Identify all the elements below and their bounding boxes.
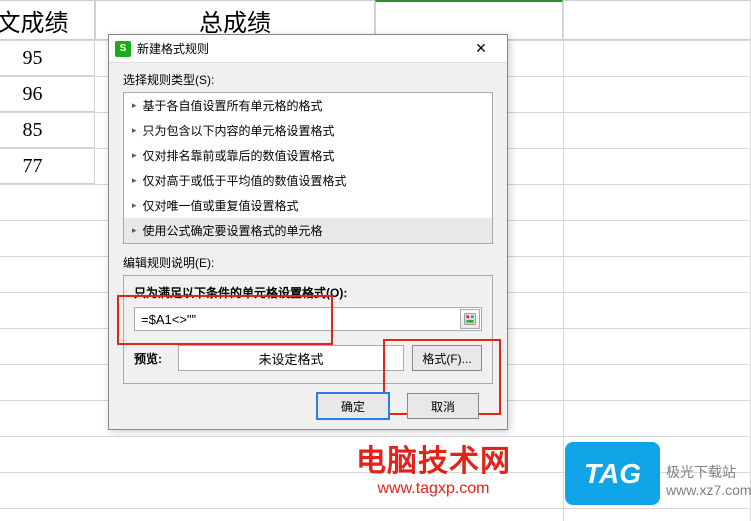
formula-input[interactable] [134,307,482,331]
rule-type-label: 基于各自值设置所有单元格的格式 [143,97,323,114]
new-format-rule-dialog: S 新建格式规则 ✕ 选择规则类型(S): ▸ 基于各自值设置所有单元格的格式 ▸… [108,34,508,430]
preview-box: 未设定格式 [178,345,404,371]
edit-rule-area: 只为满足以下条件的单元格设置格式(O): 预览: 未设定格式 格式(F)... [123,275,493,384]
chevron-right-icon: ▸ [132,200,137,211]
rule-type-item[interactable]: ▸ 仅对唯一值或重复值设置格式 [124,193,492,218]
rule-type-label: 使用公式确定要设置格式的单元格 [143,222,323,239]
rule-type-item-selected[interactable]: ▸ 使用公式确定要设置格式的单元格 [124,218,492,243]
rule-type-list[interactable]: ▸ 基于各自值设置所有单元格的格式 ▸ 只为包含以下内容的单元格设置格式 ▸ 仅对排名… [123,92,493,244]
select-rule-type-label: 选择规则类型(S): [123,71,493,88]
chevron-right-icon: ▸ [132,125,137,136]
cell-a2[interactable]: 95 [0,40,95,76]
dialog-titlebar[interactable]: S 新建格式规则 ✕ [109,35,507,63]
col-header-1[interactable]: 文成绩 [0,0,95,40]
dialog-title: 新建格式规则 [137,40,209,57]
rule-type-label: 仅对排名靠前或靠后的数值设置格式 [143,147,335,164]
close-icon[interactable]: ✕ [461,35,501,62]
condition-label: 只为满足以下条件的单元格设置格式(O): [134,284,482,301]
preview-label: 预览: [134,350,170,367]
wps-icon: S [115,41,131,57]
format-button[interactable]: 格式(F)... [412,345,482,371]
col-header-4[interactable] [563,0,751,40]
dialog-buttons: 确定 取消 [109,393,507,419]
rule-type-label: 仅对唯一值或重复值设置格式 [143,197,299,214]
rule-type-label: 仅对高于或低于平均值的数值设置格式 [143,172,347,189]
rule-type-label: 只为包含以下内容的单元格设置格式 [143,122,335,139]
cancel-button[interactable]: 取消 [407,393,479,419]
ok-button[interactable]: 确定 [317,393,389,419]
chevron-right-icon: ▸ [132,100,137,111]
range-selector-icon[interactable] [460,309,480,329]
rule-type-item[interactable]: ▸ 只为包含以下内容的单元格设置格式 [124,118,492,143]
cell-a3[interactable]: 96 [0,76,95,112]
edit-rule-label: 编辑规则说明(E): [123,254,493,271]
chevron-right-icon: ▸ [132,150,137,161]
cell-a5[interactable]: 77 [0,148,95,184]
cell-a4[interactable]: 85 [0,112,95,148]
chevron-right-icon: ▸ [132,225,137,236]
chevron-right-icon: ▸ [132,175,137,186]
rule-type-item[interactable]: ▸ 仅对高于或低于平均值的数值设置格式 [124,168,492,193]
rule-type-item[interactable]: ▸ 基于各自值设置所有单元格的格式 [124,93,492,118]
rule-type-item[interactable]: ▸ 仅对排名靠前或靠后的数值设置格式 [124,143,492,168]
